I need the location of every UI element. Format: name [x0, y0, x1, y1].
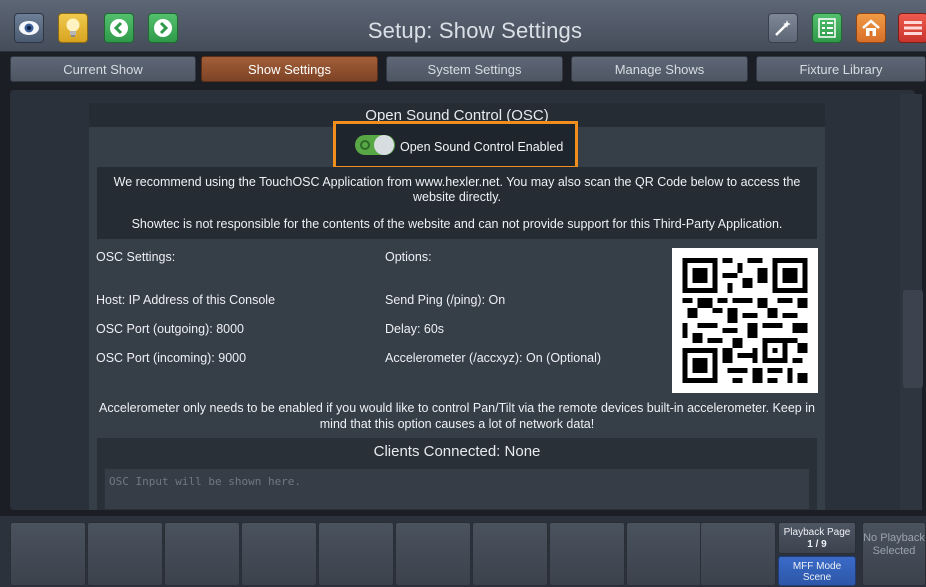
send-ping-option: Send Ping (/ping): On	[385, 293, 506, 307]
list-icon	[818, 18, 836, 38]
eye-icon	[18, 20, 40, 36]
scrollbar-thumb[interactable]	[903, 290, 923, 388]
options-heading: Options:	[385, 250, 432, 264]
magic-wand-icon	[773, 18, 793, 38]
osc-settings-heading: OSC Settings:	[96, 250, 176, 264]
osc-toggle-label: Open Sound Control Enabled	[400, 140, 564, 154]
osc-input-log[interactable]: OSC Input will be shown here.	[104, 468, 810, 510]
playback-slot[interactable]	[395, 522, 471, 586]
tab-manage-shows[interactable]: Manage Shows	[571, 56, 748, 82]
page-title: Setup: Show Settings	[367, 18, 583, 43]
notice-line-2: Showtec is not responsible for the conte…	[131, 217, 783, 231]
list-button[interactable]	[812, 13, 842, 43]
forward-button[interactable]	[148, 13, 178, 43]
mff-mode-value: Scene	[802, 572, 832, 583]
tab-show-settings[interactable]: Show Settings	[201, 56, 378, 82]
osc-port-outgoing: OSC Port (outgoing): 8000	[96, 322, 244, 336]
menu-icon	[903, 20, 923, 36]
osc-host: Host: IP Address of this Console	[96, 293, 276, 307]
playback-slot[interactable]	[472, 522, 548, 586]
back-arrow-icon	[109, 18, 129, 38]
playback-slot[interactable]	[700, 522, 776, 586]
lightbulb-icon	[65, 17, 81, 39]
playback-page-label: Playback Page	[783, 527, 851, 538]
magic-wand-button[interactable]	[768, 13, 798, 43]
mff-mode-button[interactable]: MFF Mode Scene	[778, 556, 856, 586]
tab-system-settings[interactable]: System Settings	[386, 56, 563, 82]
back-button[interactable]	[104, 13, 134, 43]
osc-port-incoming: OSC Port (incoming): 9000	[96, 351, 247, 365]
playback-slot[interactable]	[10, 522, 86, 586]
playback-slot[interactable]	[241, 522, 317, 586]
playback-slot[interactable]	[164, 522, 240, 586]
playback-page-button[interactable]: Playback Page 1 / 9	[778, 522, 856, 554]
home-button[interactable]	[856, 13, 886, 43]
home-icon	[861, 18, 881, 38]
accelerometer-option: Accelerometer (/accxyz): On (Optional)	[385, 351, 602, 365]
playback-slot[interactable]	[318, 522, 394, 586]
toggle-ring-icon	[360, 140, 370, 150]
app-root: Setup: Show Settings Current Show Show S…	[0, 0, 926, 587]
delay-option: Delay: 60s	[385, 322, 445, 336]
playback-slot[interactable]	[87, 522, 163, 586]
clients-connected-title: Clients Connected: None	[373, 442, 541, 460]
qr-code	[672, 248, 818, 393]
top-bar: Setup: Show Settings	[0, 0, 926, 52]
toggle-knob[interactable]	[374, 135, 394, 155]
tab-fixture-library[interactable]: Fixture Library	[756, 56, 926, 82]
lightbulb-button[interactable]	[58, 13, 88, 43]
playback-slot[interactable]	[626, 522, 702, 586]
eye-button[interactable]	[14, 13, 44, 43]
no-playback-selected: No Playback Selected	[862, 522, 926, 586]
forward-arrow-icon	[153, 18, 173, 38]
notice-line-1: We recommend using the TouchOSC Applicat…	[113, 175, 801, 204]
touchosc-notice: We recommend using the TouchOSC Applicat…	[97, 167, 817, 239]
playback-slot[interactable]	[549, 522, 625, 586]
playback-page-value: 1 / 9	[807, 539, 827, 550]
accelerometer-note: Accelerometer only needs to be enabled i…	[99, 401, 815, 431]
tab-current-show[interactable]: Current Show	[10, 56, 196, 82]
menu-button[interactable]	[898, 13, 926, 43]
mff-mode-label: MFF Mode	[792, 561, 842, 572]
